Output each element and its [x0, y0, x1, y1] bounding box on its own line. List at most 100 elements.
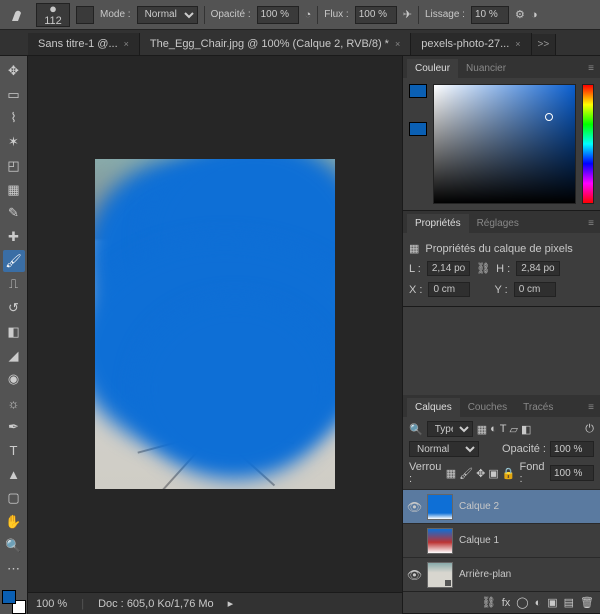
eyedropper-tool-icon[interactable]: ✎ [3, 202, 25, 224]
lasso-tool-icon[interactable]: ⌇ [3, 107, 25, 129]
delete-layer-icon[interactable]: 🗑 [580, 596, 594, 609]
zoom-tool-icon[interactable]: 🔍 [3, 535, 25, 557]
width-input[interactable]: 2,14 po [427, 261, 470, 276]
properties-panel: Propriétés Réglages ≡ ▦ Propriétés du ca… [403, 211, 600, 307]
document-tab[interactable]: Sans titre-1 @... × [28, 33, 140, 55]
layer-thumbnail[interactable] [427, 528, 453, 554]
visibility-icon[interactable]: 👁 [407, 500, 421, 514]
layer-blend-mode[interactable]: Normal [409, 441, 479, 457]
close-icon[interactable]: × [124, 39, 129, 49]
lock-all-icon[interactable]: 🔒 [502, 467, 516, 480]
close-icon[interactable]: × [515, 39, 520, 49]
path-select-tool-icon[interactable]: ▲ [3, 463, 25, 485]
layer-thumbnail[interactable] [427, 562, 453, 588]
gradient-tool-icon[interactable]: ◢ [3, 345, 25, 367]
x-input[interactable]: 0 cm [428, 282, 470, 297]
layer-name[interactable]: Calque 2 [459, 501, 499, 512]
tab-paths[interactable]: Tracés [515, 398, 561, 417]
tabs-overflow[interactable]: >> [532, 34, 557, 55]
shape-tool-icon[interactable]: ▢ [3, 487, 25, 509]
link-icon[interactable]: ⛓ [476, 262, 490, 275]
blend-mode-select[interactable]: Normal [137, 6, 198, 24]
flux-input[interactable] [355, 6, 397, 24]
blur-tool-icon[interactable]: ◉ [3, 369, 25, 391]
secondary-swatch[interactable] [409, 122, 427, 136]
layer-fill-input[interactable] [550, 465, 594, 481]
color-field[interactable] [433, 84, 576, 204]
lock-artboard-icon[interactable]: ▣ [488, 467, 498, 480]
zoom-value[interactable]: 100 % [36, 598, 67, 610]
document-canvas[interactable] [95, 159, 335, 489]
pen-tool-icon[interactable]: ✒ [3, 416, 25, 438]
y-input[interactable]: 0 cm [514, 282, 556, 297]
smoothing-options-icon[interactable]: ⚙ [515, 8, 525, 21]
panel-menu-icon[interactable]: ≡ [582, 398, 600, 417]
tab-swatches[interactable]: Nuancier [458, 59, 514, 78]
document-tab[interactable]: pexels-photo-27... × [411, 33, 531, 55]
status-menu-icon[interactable]: ▸ [228, 597, 234, 610]
foreground-swatch[interactable] [409, 84, 427, 98]
layer-row[interactable]: Calque 1 [403, 523, 600, 557]
airbrush-icon[interactable]: ✈ [403, 8, 412, 21]
group-icon[interactable]: ▣ [547, 596, 557, 609]
pressure-opacity-icon[interactable]: ◔ [305, 9, 312, 21]
move-tool-icon[interactable]: ✥ [3, 60, 25, 82]
marquee-tool-icon[interactable]: ▭ [3, 84, 25, 106]
panel-menu-icon[interactable]: ≡ [582, 59, 600, 78]
lock-position-icon[interactable]: ✥ [476, 467, 485, 480]
tab-channels[interactable]: Couches [460, 398, 515, 417]
filter-type-icon[interactable]: T [500, 423, 507, 436]
lock-pixels-icon[interactable]: 🖌 [459, 467, 473, 480]
smoothing-input[interactable] [471, 6, 509, 24]
eraser-tool-icon[interactable]: ◧ [3, 321, 25, 343]
layer-row[interactable]: 👁 Arrière-plan [403, 557, 600, 591]
hand-tool-icon[interactable]: ✋ [3, 511, 25, 533]
healing-tool-icon[interactable]: ✚ [3, 226, 25, 248]
filter-shape-icon[interactable]: ▱ [510, 423, 518, 436]
history-brush-tool-icon[interactable]: ↺ [3, 297, 25, 319]
current-tool-indicator[interactable] [6, 3, 30, 27]
layer-name[interactable]: Calque 1 [459, 535, 499, 546]
visibility-icon[interactable]: 👁 [407, 568, 421, 582]
tab-color[interactable]: Couleur [407, 59, 458, 78]
brush-panel-toggle[interactable] [76, 6, 94, 24]
brush-preset-picker[interactable]: ● 112 [36, 3, 70, 27]
adjustment-layer-icon[interactable]: ◐ [535, 597, 542, 609]
stamp-tool-icon[interactable]: ⎍ [3, 274, 25, 296]
panel-menu-icon[interactable]: ≡ [582, 214, 600, 233]
layer-mask-icon[interactable]: ◯ [516, 596, 528, 609]
layer-filter-type[interactable]: Type [427, 421, 473, 437]
edit-toolbar-icon[interactable]: ⋯ [3, 558, 25, 580]
opacity-input[interactable] [257, 6, 299, 24]
color-swatches[interactable] [2, 590, 26, 614]
close-icon[interactable]: × [395, 39, 400, 49]
new-layer-icon[interactable]: ▤ [564, 596, 574, 609]
layer-fx-icon[interactable]: fx [502, 597, 511, 609]
height-label: H : [496, 263, 510, 275]
layer-name[interactable]: Arrière-plan [459, 569, 511, 580]
layers-footer: ⛓ fx ◯ ◐ ▣ ▤ 🗑 [403, 591, 600, 613]
filter-toggle-icon[interactable]: ⏻ [585, 423, 594, 436]
quick-select-tool-icon[interactable]: ✶ [3, 131, 25, 153]
tab-properties[interactable]: Propriétés [407, 214, 469, 233]
filter-smart-icon[interactable]: ◧ [521, 423, 531, 436]
filter-adjust-icon[interactable]: ◐ [490, 423, 497, 436]
height-input[interactable]: 2,84 po [516, 261, 559, 276]
type-tool-icon[interactable]: T [3, 440, 25, 462]
tab-layers[interactable]: Calques [407, 398, 460, 417]
layer-row[interactable]: 👁 Calque 2 [403, 489, 600, 523]
link-layers-icon[interactable]: ⛓ [482, 596, 496, 609]
dodge-tool-icon[interactable]: ☼ [3, 392, 25, 414]
brush-tool-icon[interactable]: 🖌 [3, 250, 25, 272]
layer-thumbnail[interactable] [427, 494, 453, 520]
foreground-color-swatch[interactable] [2, 590, 16, 604]
hue-slider[interactable] [582, 84, 594, 204]
filter-pixel-icon[interactable]: ▦ [477, 423, 487, 436]
document-tab[interactable]: The_Egg_Chair.jpg @ 100% (Calque 2, RVB/… [140, 33, 411, 55]
layer-opacity-input[interactable] [550, 441, 594, 457]
lock-transparency-icon[interactable]: ▦ [446, 467, 456, 480]
crop-tool-icon[interactable]: ◰ [3, 155, 25, 177]
tab-adjustments[interactable]: Réglages [469, 214, 527, 233]
pressure-size-icon[interactable]: ◑ [531, 9, 538, 21]
frame-tool-icon[interactable]: ▦ [3, 179, 25, 201]
